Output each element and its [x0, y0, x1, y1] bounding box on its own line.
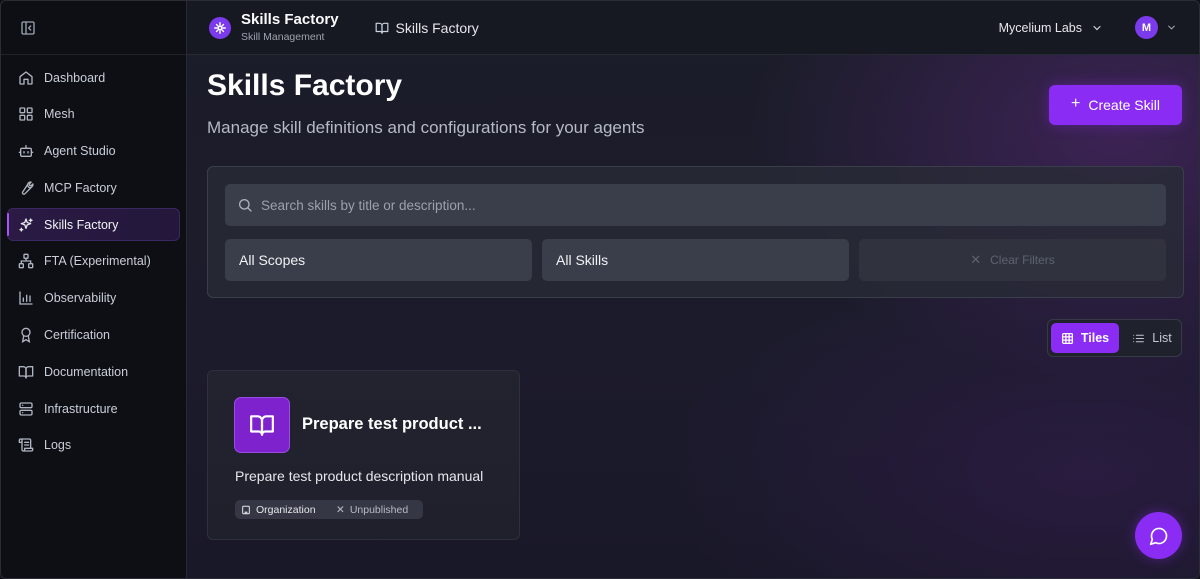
- bar-chart-icon: [18, 290, 34, 306]
- chat-button[interactable]: [1135, 512, 1182, 559]
- sidebar-item-label: Mesh: [44, 107, 75, 122]
- book-open-icon: [234, 397, 290, 453]
- sidebar-item-infrastructure[interactable]: Infrastructure: [7, 392, 180, 425]
- scope-filter-value: All Scopes: [239, 252, 306, 268]
- brand-title: Skills Factory: [241, 11, 339, 28]
- skill-card-title: Prepare test product ...: [302, 415, 482, 433]
- tiles-label: Tiles: [1080, 331, 1110, 345]
- sidebar-item-mesh[interactable]: Mesh: [7, 98, 180, 131]
- main-content: Skills Factory Skill Management Skills F…: [187, 1, 1199, 578]
- sidebar: Dashboard Mesh Agent Studio MCP Factory …: [1, 1, 187, 578]
- message-circle-icon: [1149, 526, 1169, 546]
- sparkles-icon: [18, 217, 34, 233]
- brand-subtitle: Skill Management: [241, 31, 325, 43]
- user-menu[interactable]: M: [1135, 16, 1177, 39]
- scope-filter-select[interactable]: All Scopes: [225, 239, 532, 281]
- sidebar-item-label: Logs: [44, 438, 72, 453]
- page-subtitle: Manage skill definitions and configurati…: [207, 118, 645, 137]
- list-label: List: [1152, 331, 1172, 345]
- sidebar-item-certification[interactable]: Certification: [7, 319, 180, 352]
- breadcrumb-label: Skills Factory: [395, 19, 479, 36]
- sidebar-item-label: Infrastructure: [44, 401, 118, 416]
- sidebar-item-dashboard[interactable]: Dashboard: [7, 61, 180, 94]
- sidebar-collapse-icon[interactable]: [19, 19, 37, 37]
- scroll-icon: [18, 437, 34, 453]
- sidebar-item-label: Agent Studio: [44, 144, 116, 159]
- building-icon: [241, 505, 251, 515]
- sidebar-header: [1, 1, 186, 55]
- book-icon: [18, 364, 34, 380]
- plus-icon: +: [1071, 95, 1081, 112]
- skill-card-description: Prepare test product description manual: [235, 468, 484, 484]
- brand: Skills Factory Skill Management: [241, 11, 339, 44]
- clear-filters-label: Clear Filters: [990, 253, 1055, 267]
- sidebar-nav: Dashboard Mesh Agent Studio MCP Factory …: [1, 55, 186, 462]
- grid-icon: [1061, 332, 1074, 345]
- sidebar-item-mcp-factory[interactable]: MCP Factory: [7, 171, 180, 204]
- sidebar-item-label: Skills Factory: [44, 217, 119, 232]
- close-icon: ✕: [336, 503, 345, 516]
- tiles-view-button[interactable]: Tiles: [1051, 323, 1119, 353]
- sidebar-item-logs[interactable]: Logs: [7, 429, 180, 462]
- award-icon: [18, 327, 34, 344]
- skill-filter-select[interactable]: All Skills: [542, 239, 849, 281]
- topbar: Skills Factory Skill Management Skills F…: [187, 1, 1199, 55]
- sidebar-item-skills-factory[interactable]: Skills Factory: [7, 208, 180, 242]
- filter-panel: All Scopes All Skills ✕ Clear Filters: [207, 166, 1184, 298]
- bot-icon: [18, 143, 34, 159]
- sidebar-item-label: Observability: [44, 291, 117, 306]
- create-skill-button[interactable]: + Create Skill: [1049, 85, 1182, 125]
- sidebar-item-label: Certification: [44, 328, 110, 343]
- scope-badge-label: Organization: [256, 503, 316, 516]
- org-switcher[interactable]: Mycelium Labs: [999, 1, 1103, 55]
- sidebar-item-agent-studio[interactable]: Agent Studio: [7, 135, 180, 168]
- skill-card[interactable]: Prepare test product ... Prepare test pr…: [207, 370, 520, 540]
- network-icon: [18, 253, 34, 269]
- wrench-icon: [18, 180, 34, 196]
- app-window: Dashboard Mesh Agent Studio MCP Factory …: [0, 0, 1200, 579]
- status-badge: ✕ Unpublished: [330, 500, 415, 519]
- list-icon: [1132, 332, 1145, 345]
- search-box: [225, 184, 1166, 226]
- grid-icon: [18, 106, 34, 122]
- skill-filter-value: All Skills: [556, 252, 609, 268]
- book-open-icon: [375, 21, 389, 35]
- create-skill-label: Create Skill: [1088, 97, 1160, 113]
- server-icon: [18, 401, 34, 417]
- sidebar-item-label: FTA (Experimental): [44, 254, 151, 269]
- sidebar-item-fta[interactable]: FTA (Experimental): [7, 245, 180, 278]
- sidebar-item-label: Documentation: [44, 364, 129, 379]
- search-icon: [237, 197, 253, 213]
- breadcrumb[interactable]: Skills Factory: [375, 20, 479, 36]
- avatar: M: [1135, 16, 1158, 39]
- status-badge-label: Unpublished: [349, 503, 409, 516]
- chevron-down-icon: [1166, 22, 1177, 33]
- sidebar-item-label: MCP Factory: [44, 180, 117, 195]
- sidebar-item-observability[interactable]: Observability: [7, 282, 180, 315]
- org-name: Mycelium Labs: [998, 21, 1082, 35]
- close-icon: ✕: [970, 252, 982, 267]
- chevron-down-icon: [1091, 22, 1103, 34]
- list-view-button[interactable]: List: [1124, 323, 1180, 353]
- brand-logo-icon: [209, 16, 231, 39]
- sidebar-item-label: Dashboard: [44, 70, 106, 85]
- view-toggle: Tiles List: [1047, 319, 1182, 357]
- sidebar-item-documentation[interactable]: Documentation: [7, 355, 180, 388]
- search-input[interactable]: [261, 197, 1141, 213]
- page-title: Skills Factory: [207, 69, 403, 102]
- clear-filters-button[interactable]: ✕ Clear Filters: [859, 239, 1166, 281]
- home-icon: [18, 70, 34, 86]
